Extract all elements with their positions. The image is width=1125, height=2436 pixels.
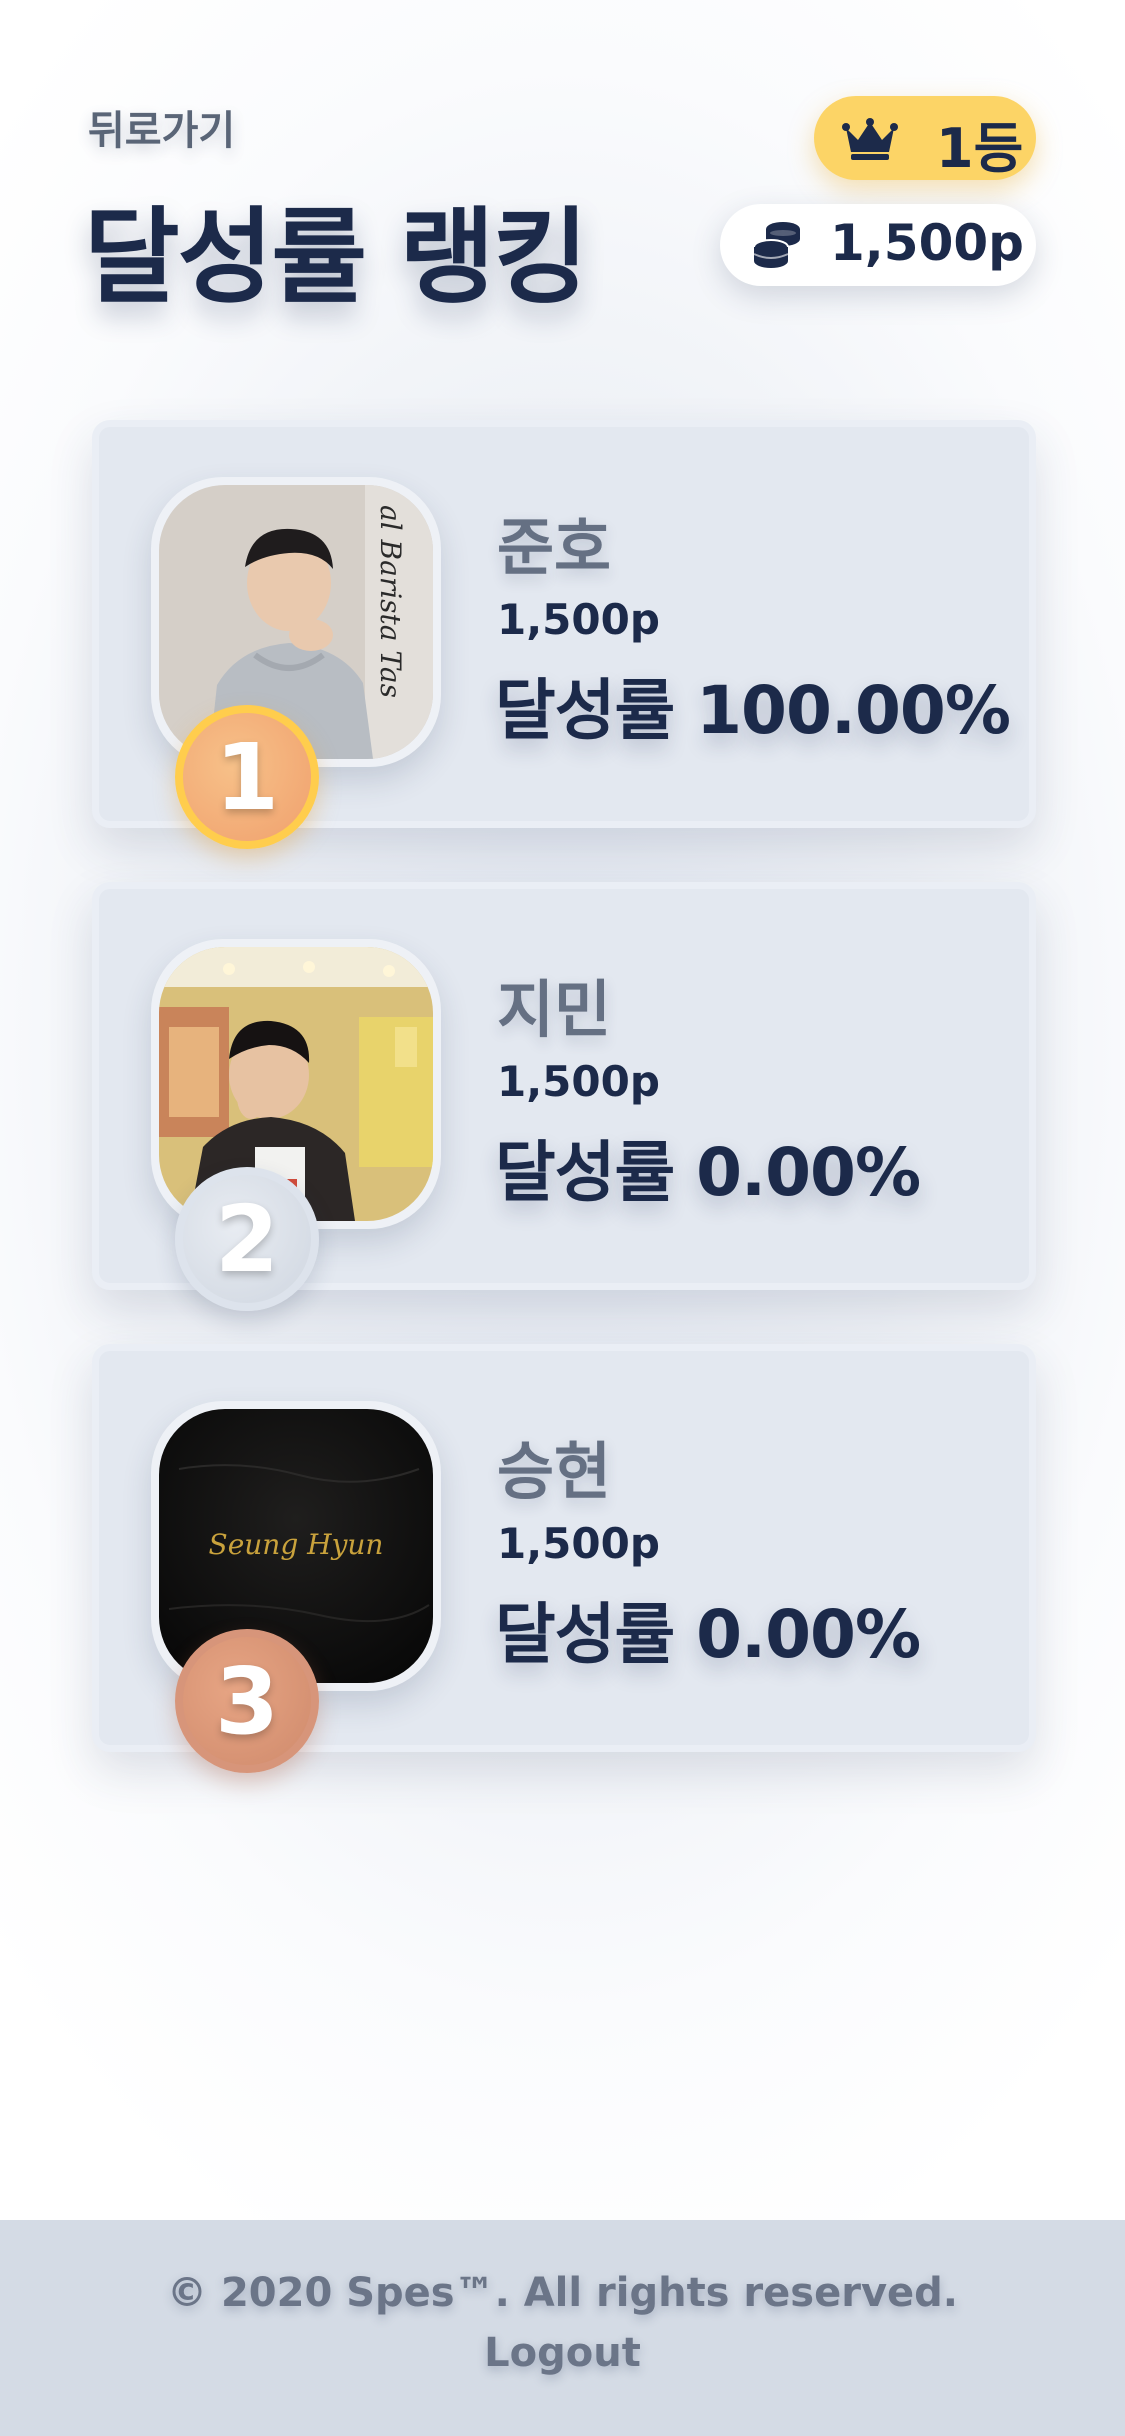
user-name: 준호 xyxy=(497,511,612,584)
ranking-card[interactable]: 2 지민 1,500p 달성률 0.00% xyxy=(92,882,1036,1311)
ranking-card[interactable]: Seung Hyun 3 승현 1,500p 달성률 0.00% xyxy=(92,1344,1036,1773)
achievement-rate: 달성률 100.00% xyxy=(495,672,1011,749)
photo-caption: Seung Hyun xyxy=(209,1528,384,1561)
page-title: 달성률 랭킹 xyxy=(84,196,589,318)
user-points: 1,500p xyxy=(497,595,660,644)
user-points: 1,500p xyxy=(497,1057,660,1106)
ranking-card[interactable]: al Barista Tas 1 준호 1,500p 달성률 100.00% xyxy=(92,420,1036,849)
copyright-text: © 2020 Spes™. All rights reserved. xyxy=(167,2270,958,2316)
avatar: al Barista Tas xyxy=(159,485,433,759)
footer: © 2020 Spes™. All rights reserved. Logou… xyxy=(0,2220,1125,2436)
my-points-badge: 1,500p xyxy=(720,204,1036,286)
user-name: 지민 xyxy=(497,973,612,1046)
user-name: 승현 xyxy=(497,1435,612,1508)
avatar: Seung Hyun xyxy=(159,1409,433,1683)
avatar-frame: Seung Hyun 3 xyxy=(151,1401,441,1773)
user-points: 1,500p xyxy=(497,1519,660,1568)
avatar-frame: 2 xyxy=(151,939,441,1311)
my-rank-badge: 1등 xyxy=(814,96,1036,180)
rank-medal: 3 xyxy=(175,1629,319,1773)
back-link[interactable]: 뒤로가기 xyxy=(88,98,235,156)
svg-text:al Barista Tas: al Barista Tas xyxy=(374,505,407,698)
rank-medal: 1 xyxy=(175,705,319,849)
avatar-frame: al Barista Tas 1 xyxy=(151,477,441,849)
rank-medal: 2 xyxy=(175,1167,319,1311)
logout-link[interactable]: Logout xyxy=(0,2330,1125,2376)
achievement-rate: 달성률 0.00% xyxy=(495,1134,921,1211)
coins-icon xyxy=(753,222,800,268)
achievement-rate: 달성률 0.00% xyxy=(495,1596,921,1673)
avatar xyxy=(159,947,433,1221)
my-points-text: 1,500p xyxy=(830,214,1024,272)
my-rank-text: 1등 xyxy=(936,117,1024,180)
crown-icon xyxy=(842,118,898,160)
